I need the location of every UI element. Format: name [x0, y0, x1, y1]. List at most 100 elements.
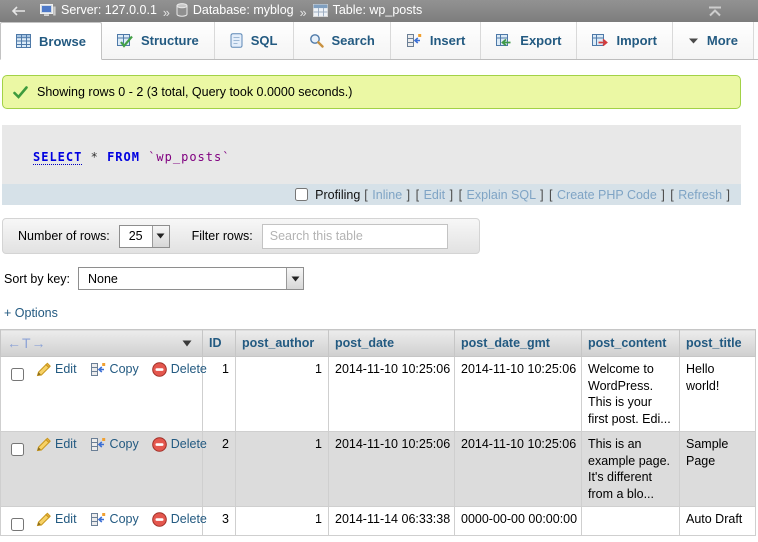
transpose-widget[interactable]: ←T→	[7, 335, 47, 351]
back-arrow-icon[interactable]	[10, 6, 26, 16]
tab-more[interactable]: More	[673, 22, 754, 59]
tab-label: Import	[616, 33, 656, 48]
breadcrumb-item[interactable]: Table: wp_posts	[313, 3, 423, 17]
rows-filter-bar: Number of rows: 25 Filter rows:	[2, 218, 480, 254]
profiling-checkbox[interactable]	[295, 188, 308, 201]
breadcrumb: Server: 127.0.0.1 » Database: myblog » Table…	[40, 3, 422, 20]
cell-post-date-gmt: 2014-11-10 10:25:06	[455, 432, 582, 507]
tab-label: Browse	[39, 34, 86, 49]
sql-query-text: SELECT * FROM `wp_posts`	[2, 125, 741, 184]
row-checkbox[interactable]	[11, 443, 24, 456]
cell-post-content: Welcome to WordPress. This is your first…	[582, 357, 680, 432]
browse-icon	[16, 34, 31, 48]
tab-sql[interactable]: SQL	[215, 22, 294, 59]
query-link-create-php-code[interactable]: Create PHP Code	[557, 188, 657, 202]
column-header-post_title[interactable]: post_title	[680, 330, 756, 357]
edit-row-link[interactable]: Edit	[36, 436, 77, 453]
query-link-edit[interactable]: Edit	[424, 188, 446, 202]
edit-icon	[36, 512, 51, 527]
edit-row-link[interactable]: Edit	[36, 361, 77, 378]
copy-row-link[interactable]: Copy	[90, 436, 139, 453]
delete-icon	[152, 437, 167, 452]
table-row: EditCopyDelete112014-11-10 10:25:062014-…	[1, 357, 756, 432]
filter-rows-label: Filter rows:	[192, 229, 253, 243]
cell-post-title: Hello world!	[680, 357, 756, 432]
status-message-text: Showing rows 0 - 2 (3 total, Query took …	[37, 85, 352, 99]
breadcrumb-separator: »	[163, 6, 170, 20]
cell-actions: EditCopyDelete	[1, 432, 203, 507]
breadcrumb-item[interactable]: Server: 127.0.0.1	[40, 3, 157, 17]
tab-label: Search	[332, 33, 375, 48]
table-row: EditCopyDelete212014-11-10 10:25:062014-…	[1, 432, 756, 507]
export-icon	[496, 34, 512, 48]
results-header-row: ←T→IDpost_authorpost_datepost_date_gmtpo…	[1, 330, 756, 357]
sql-keyword-from: FROM	[107, 150, 140, 164]
tab-browse[interactable]: Browse	[0, 22, 102, 60]
cell-post-date-gmt: 0000-00-00 00:00:00	[455, 507, 582, 536]
select-arrow-icon	[152, 226, 169, 247]
delete-icon	[152, 512, 167, 527]
column-header-id[interactable]: ID	[203, 330, 236, 357]
table-filter-input[interactable]	[262, 224, 448, 249]
tab-label: More	[707, 33, 738, 48]
actions-column-header: ←T→	[1, 330, 203, 357]
tab-insert[interactable]: Insert	[391, 22, 481, 59]
sql-keyword-select[interactable]: SELECT	[33, 150, 82, 165]
breadcrumb-item-label: Database: myblog	[193, 3, 294, 17]
delete-row-link[interactable]: Delete	[152, 511, 207, 528]
cell-actions: EditCopyDelete	[1, 507, 203, 536]
tab-import[interactable]: Import	[577, 22, 672, 59]
copy-row-link[interactable]: Copy	[90, 511, 139, 528]
structure-icon	[117, 34, 133, 48]
delete-row-link[interactable]: Delete	[152, 361, 207, 378]
column-header-post_content[interactable]: post_content	[582, 330, 680, 357]
search-icon	[309, 33, 324, 48]
sort-by-key-label: Sort by key:	[4, 272, 70, 286]
column-header-post_date_gmt[interactable]: post_date_gmt	[455, 330, 582, 357]
breadcrumb-separator: »	[300, 6, 307, 20]
row-checkbox[interactable]	[11, 518, 24, 531]
query-toolbar: Profiling [ Inline ] [ Edit ] [ Explain …	[2, 184, 741, 205]
results-table: ←T→IDpost_authorpost_datepost_date_gmtpo…	[0, 329, 756, 536]
query-link-explain-sql[interactable]: Explain SQL	[467, 188, 536, 202]
tab-label: Export	[520, 33, 561, 48]
tab-bar: Browse Structure SQL Search Insert Export Impo…	[0, 22, 758, 60]
query-link-group: [ Refresh ]	[666, 188, 731, 202]
edit-row-link[interactable]: Edit	[36, 511, 77, 528]
cell-post-date: 2014-11-10 10:25:06	[329, 357, 455, 432]
copy-icon	[90, 437, 106, 452]
tab-structure[interactable]: Structure	[102, 22, 215, 59]
breadcrumb-item-label: Table: wp_posts	[333, 3, 423, 17]
collapse-panel-icon[interactable]	[708, 6, 748, 17]
cell-post-title: Sample Page	[680, 432, 756, 507]
cell-post-date: 2014-11-10 10:25:06	[329, 432, 455, 507]
delete-row-link[interactable]: Delete	[152, 436, 207, 453]
cell-post-author: 1	[236, 357, 329, 432]
table-icon	[313, 4, 328, 17]
column-header-post_author[interactable]: post_author	[236, 330, 329, 357]
tab-export[interactable]: Export	[481, 22, 577, 59]
query-link-group: [ Edit ]	[411, 188, 454, 202]
copy-row-link[interactable]: Copy	[90, 361, 139, 378]
query-link-group: [ Inline ]	[363, 188, 411, 202]
tab-search[interactable]: Search	[294, 22, 391, 59]
cell-actions: EditCopyDelete	[1, 357, 203, 432]
row-checkbox[interactable]	[11, 368, 24, 381]
sort-key-select[interactable]: None	[78, 267, 304, 290]
query-link-inline[interactable]: Inline	[372, 188, 402, 202]
rows-per-page-value: 25	[120, 226, 152, 247]
tab-label: Structure	[141, 33, 199, 48]
breadcrumb-item[interactable]: Database: myblog	[176, 3, 294, 17]
sort-caret-icon[interactable]	[182, 340, 192, 347]
server-icon	[40, 4, 56, 17]
options-toggle-link[interactable]: + Options	[4, 306, 58, 320]
query-link-refresh[interactable]: Refresh	[678, 188, 722, 202]
table-row: EditCopyDelete312014-11-14 06:33:380000-…	[1, 507, 756, 536]
cell-post-content	[582, 507, 680, 536]
rows-per-page-select[interactable]: 25	[119, 225, 170, 248]
sql-icon	[230, 33, 243, 48]
cell-post-author: 1	[236, 507, 329, 536]
column-header-post_date[interactable]: post_date	[329, 330, 455, 357]
insert-icon	[406, 33, 422, 48]
tab-label: Insert	[430, 33, 465, 48]
